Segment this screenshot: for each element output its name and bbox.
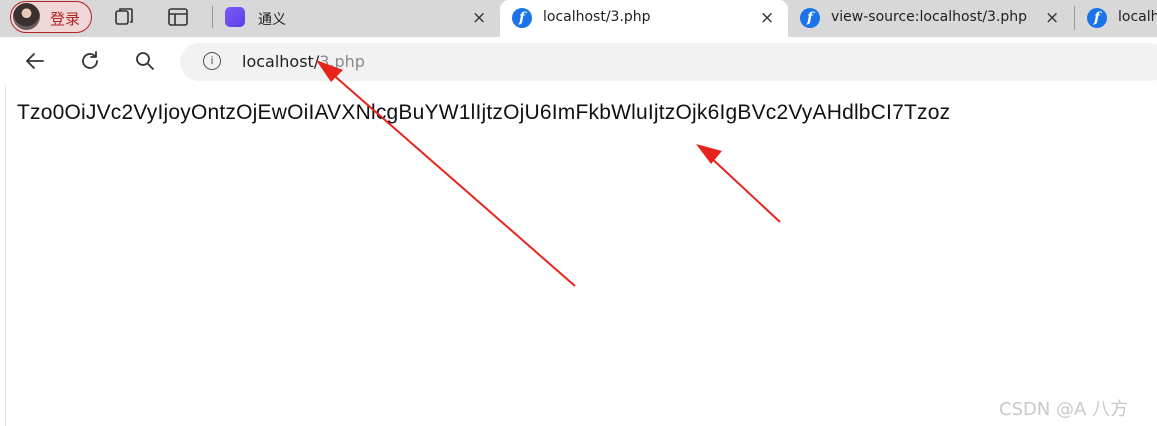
close-icon[interactable]: × — [1045, 8, 1059, 28]
info-icon[interactable]: i — [203, 52, 221, 70]
url-path: 3.php — [319, 52, 365, 71]
profile-label: 登录 — [50, 10, 81, 28]
avatar — [13, 3, 40, 30]
watermark: CSDN @A 八方 — [999, 399, 1129, 420]
close-icon[interactable]: × — [760, 8, 774, 28]
tab-divider — [212, 6, 213, 28]
tab-title: view-source:localhost/3.php — [831, 9, 1028, 25]
collections-icon[interactable] — [112, 5, 136, 29]
address-url[interactable]: localhost/3.php — [242, 52, 365, 71]
serialized-output-text: Tzo0OiJVc2VyIjoyOntzOjEwOiIAVXNlcgBuYW1l… — [17, 101, 951, 124]
tab-title: 通义 — [258, 12, 286, 28]
tab-localhost-3[interactable]: f localhost/3.php × — [500, 0, 788, 37]
tab-title: localhost/3.php — [543, 9, 651, 25]
profile-button[interactable]: 登录 — [10, 1, 92, 33]
f-icon: f — [512, 8, 532, 28]
tab-localhost-partial[interactable]: f localh — [1075, 0, 1157, 37]
reload-icon[interactable] — [78, 49, 102, 73]
back-arrow-icon[interactable] — [23, 49, 47, 73]
search-icon[interactable] — [133, 49, 157, 73]
page-content — [5, 85, 1157, 426]
url-host: localhost/ — [242, 52, 320, 71]
tab-tongyi[interactable]: 通义 × — [222, 0, 500, 37]
tab-title: localh — [1118, 9, 1157, 25]
tongyi-icon — [225, 7, 245, 27]
sidebar-icon[interactable] — [166, 5, 190, 29]
close-icon[interactable]: × — [472, 8, 486, 28]
tab-view-source[interactable]: f view-source:localhost/3.php × — [788, 0, 1073, 37]
f-icon: f — [1087, 8, 1107, 28]
f-icon: f — [800, 8, 820, 28]
